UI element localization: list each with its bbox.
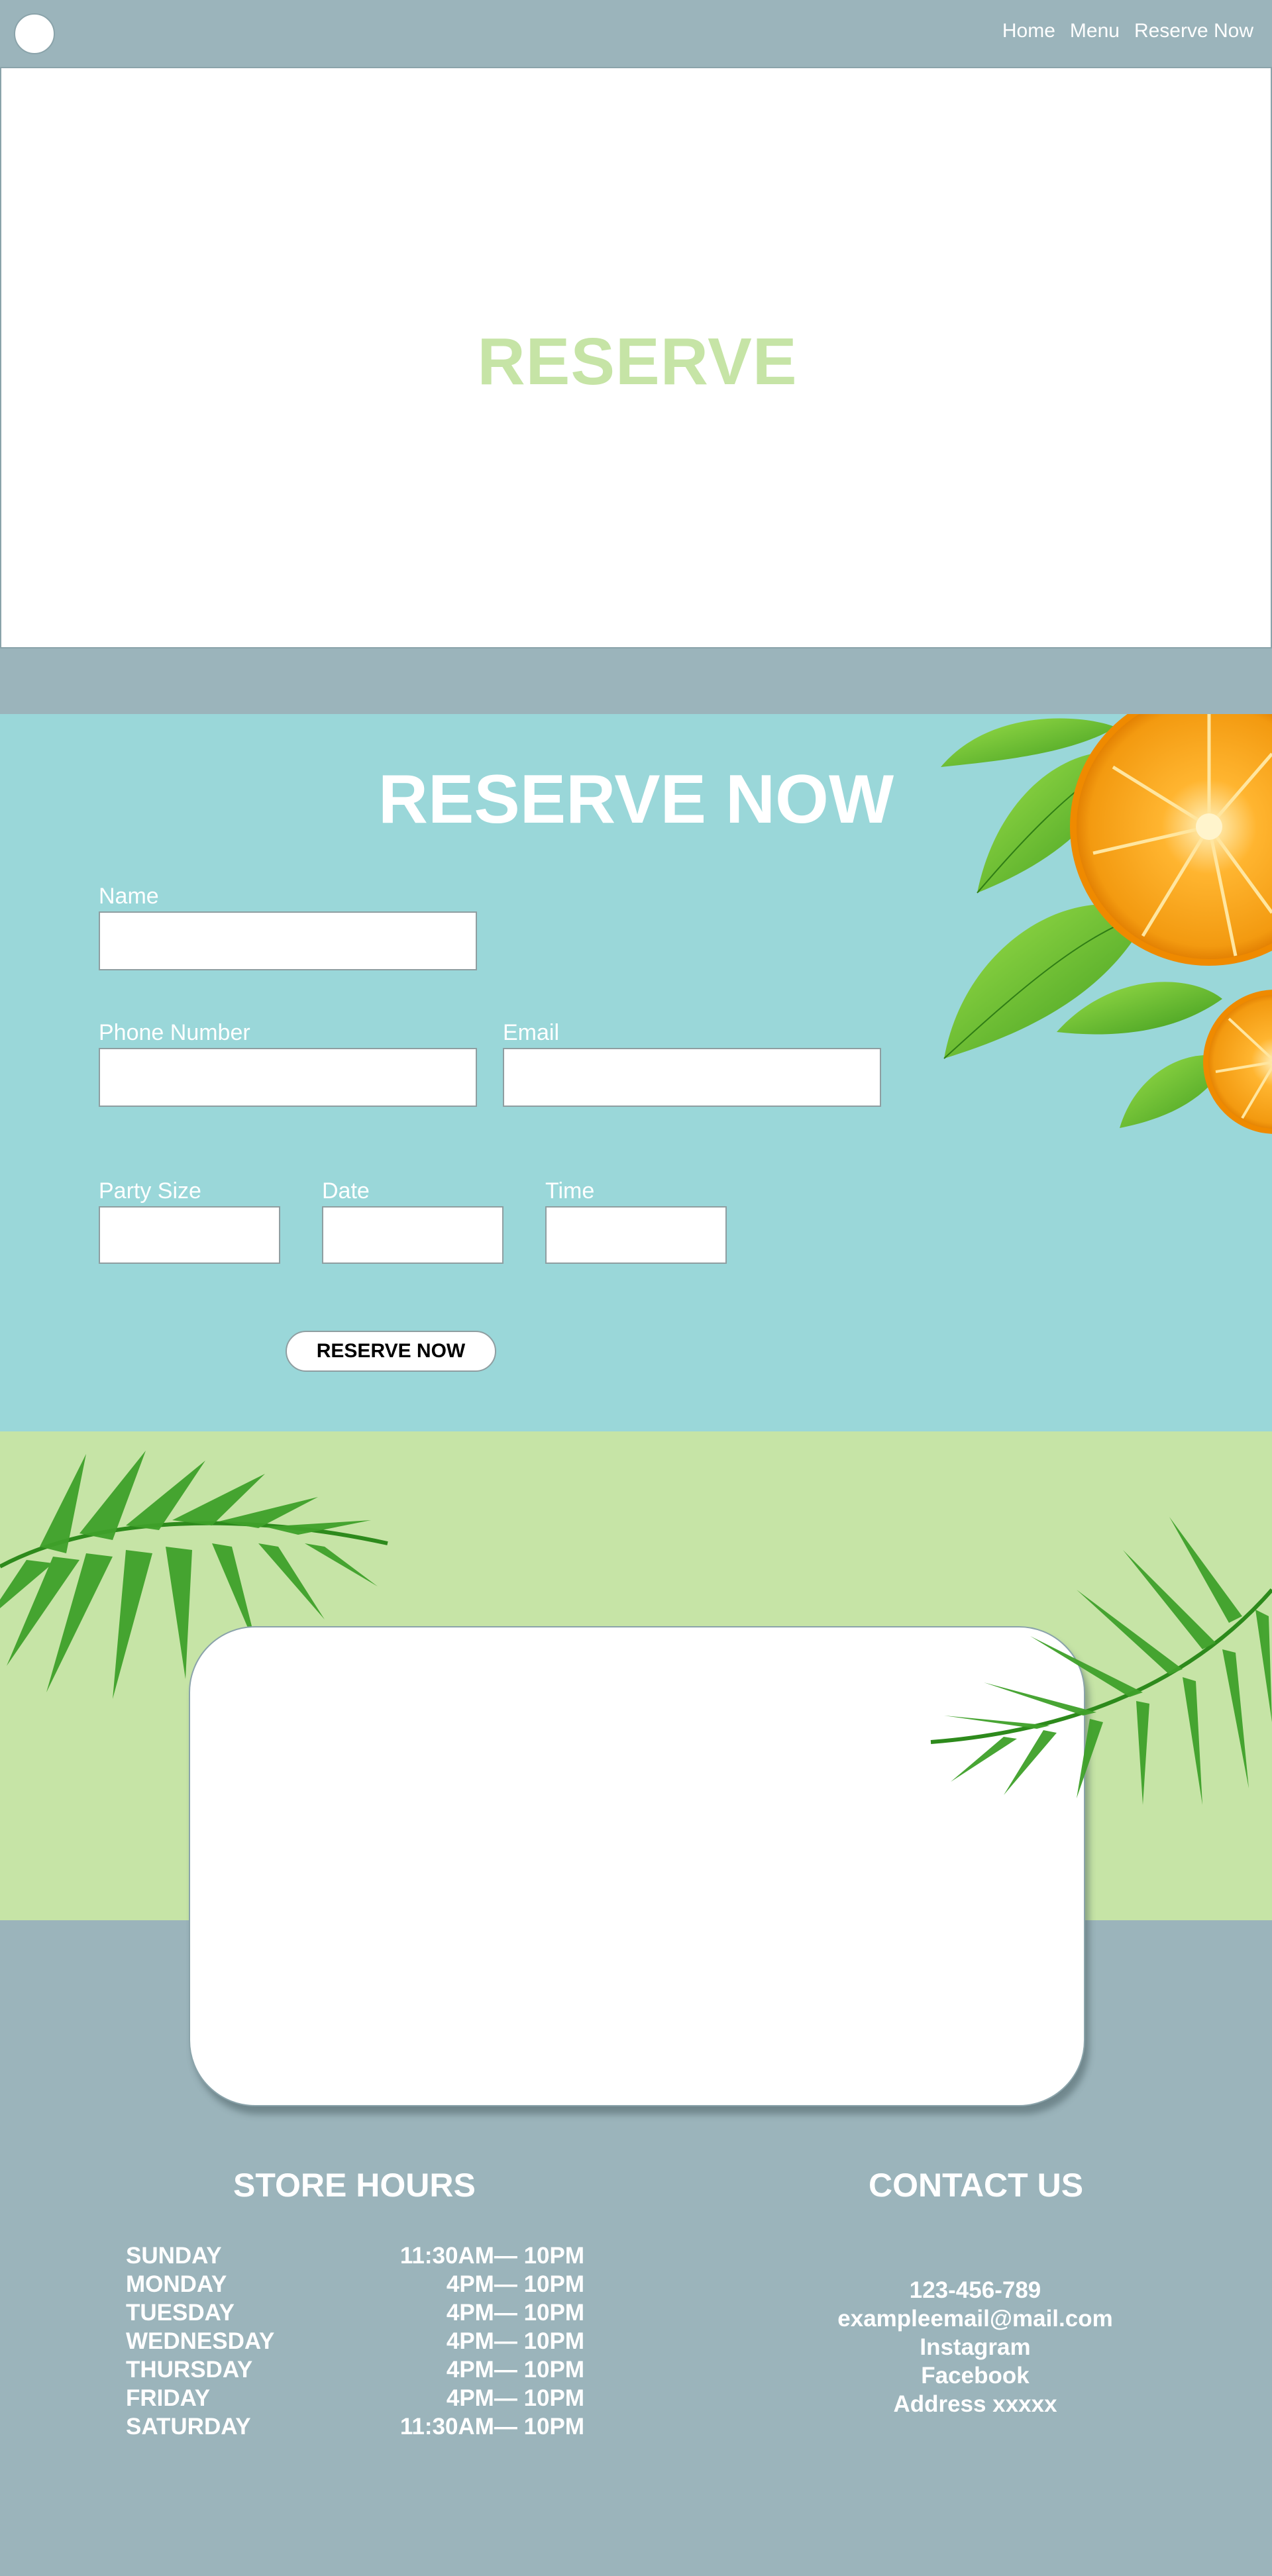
hours-day: MONDAY <box>126 2271 227 2297</box>
email-input[interactable] <box>503 1048 881 1107</box>
hours-time: 4PM— 10PM <box>446 2271 584 2297</box>
hours-time: 4PM— 10PM <box>446 2300 584 2326</box>
contact-address: Address xxxxx <box>893 2391 1057 2417</box>
logo-circle[interactable] <box>14 13 55 54</box>
name-label: Name <box>99 884 159 909</box>
hours-day: SUNDAY <box>126 2243 222 2269</box>
hours-time: 11:30AM— 10PM <box>399 2243 584 2269</box>
hours-row: SATURDAY 11:30AM— 10PM <box>126 2414 584 2442</box>
phone-input[interactable] <box>99 1048 477 1107</box>
hours-row: THURSDAY 4PM— 10PM <box>126 2357 584 2385</box>
date-label: Date <box>322 1178 370 1204</box>
top-nav: Home Menu Reserve Now <box>0 0 1272 67</box>
date-input[interactable] <box>322 1206 504 1264</box>
hours-row: WEDNESDAY 4PM— 10PM <box>126 2328 584 2357</box>
hours-time: 4PM— 10PM <box>446 2385 584 2411</box>
email-label: Email <box>503 1020 560 1045</box>
contact-phone: 123-456-789 <box>909 2277 1041 2303</box>
palm-leaf-right-illustration <box>930 1517 1272 1805</box>
hours-row: MONDAY 4PM— 10PM <box>126 2271 584 2300</box>
hours-day: SATURDAY <box>126 2414 251 2440</box>
nav-link-reserve-now[interactable]: Reserve Now <box>1134 20 1253 42</box>
hours-time: 4PM— 10PM <box>446 2357 584 2383</box>
hours-row: SUNDAY 11:30AM— 10PM <box>126 2243 584 2271</box>
contact-email-link[interactable]: exampleemail@mail.com <box>776 2306 1174 2332</box>
party-size-input[interactable] <box>99 1206 280 1264</box>
hours-row: FRIDAY 4PM— 10PM <box>126 2385 584 2414</box>
hero-title: RESERVE <box>477 325 798 399</box>
hours-row: TUESDAY 4PM— 10PM <box>126 2300 584 2328</box>
store-hours-title: STORE HOURS <box>233 2167 476 2204</box>
contact-title: CONTACT US <box>869 2167 1084 2204</box>
hours-day: TUESDAY <box>126 2300 235 2326</box>
nav-link-menu[interactable]: Menu <box>1070 20 1120 42</box>
hours-time: 11:30AM— 10PM <box>399 2414 584 2440</box>
hero-section: RESERVE <box>0 67 1272 648</box>
contact-instagram-link[interactable]: Instagram <box>776 2334 1174 2361</box>
party-size-label: Party Size <box>99 1178 201 1204</box>
hours-day: WEDNESDAY <box>126 2328 275 2354</box>
contact-facebook-link[interactable]: Facebook <box>776 2363 1174 2389</box>
nav-link-home[interactable]: Home <box>1002 20 1055 42</box>
reserve-title: RESERVE NOW <box>378 761 894 838</box>
hours-day: FRIDAY <box>126 2385 211 2411</box>
reserve-section: RESERVE NOW Name Phone Number Email Part… <box>0 714 1272 1431</box>
time-input[interactable] <box>545 1206 727 1264</box>
time-label: Time <box>545 1178 595 1204</box>
reserve-now-button[interactable]: RESERVE NOW <box>286 1331 496 1372</box>
phone-label: Phone Number <box>99 1020 250 1045</box>
hours-time: 4PM— 10PM <box>446 2328 584 2354</box>
hours-day: THURSDAY <box>126 2357 253 2383</box>
name-input[interactable] <box>99 911 477 970</box>
nav-links: Home Menu Reserve Now <box>1002 20 1253 42</box>
